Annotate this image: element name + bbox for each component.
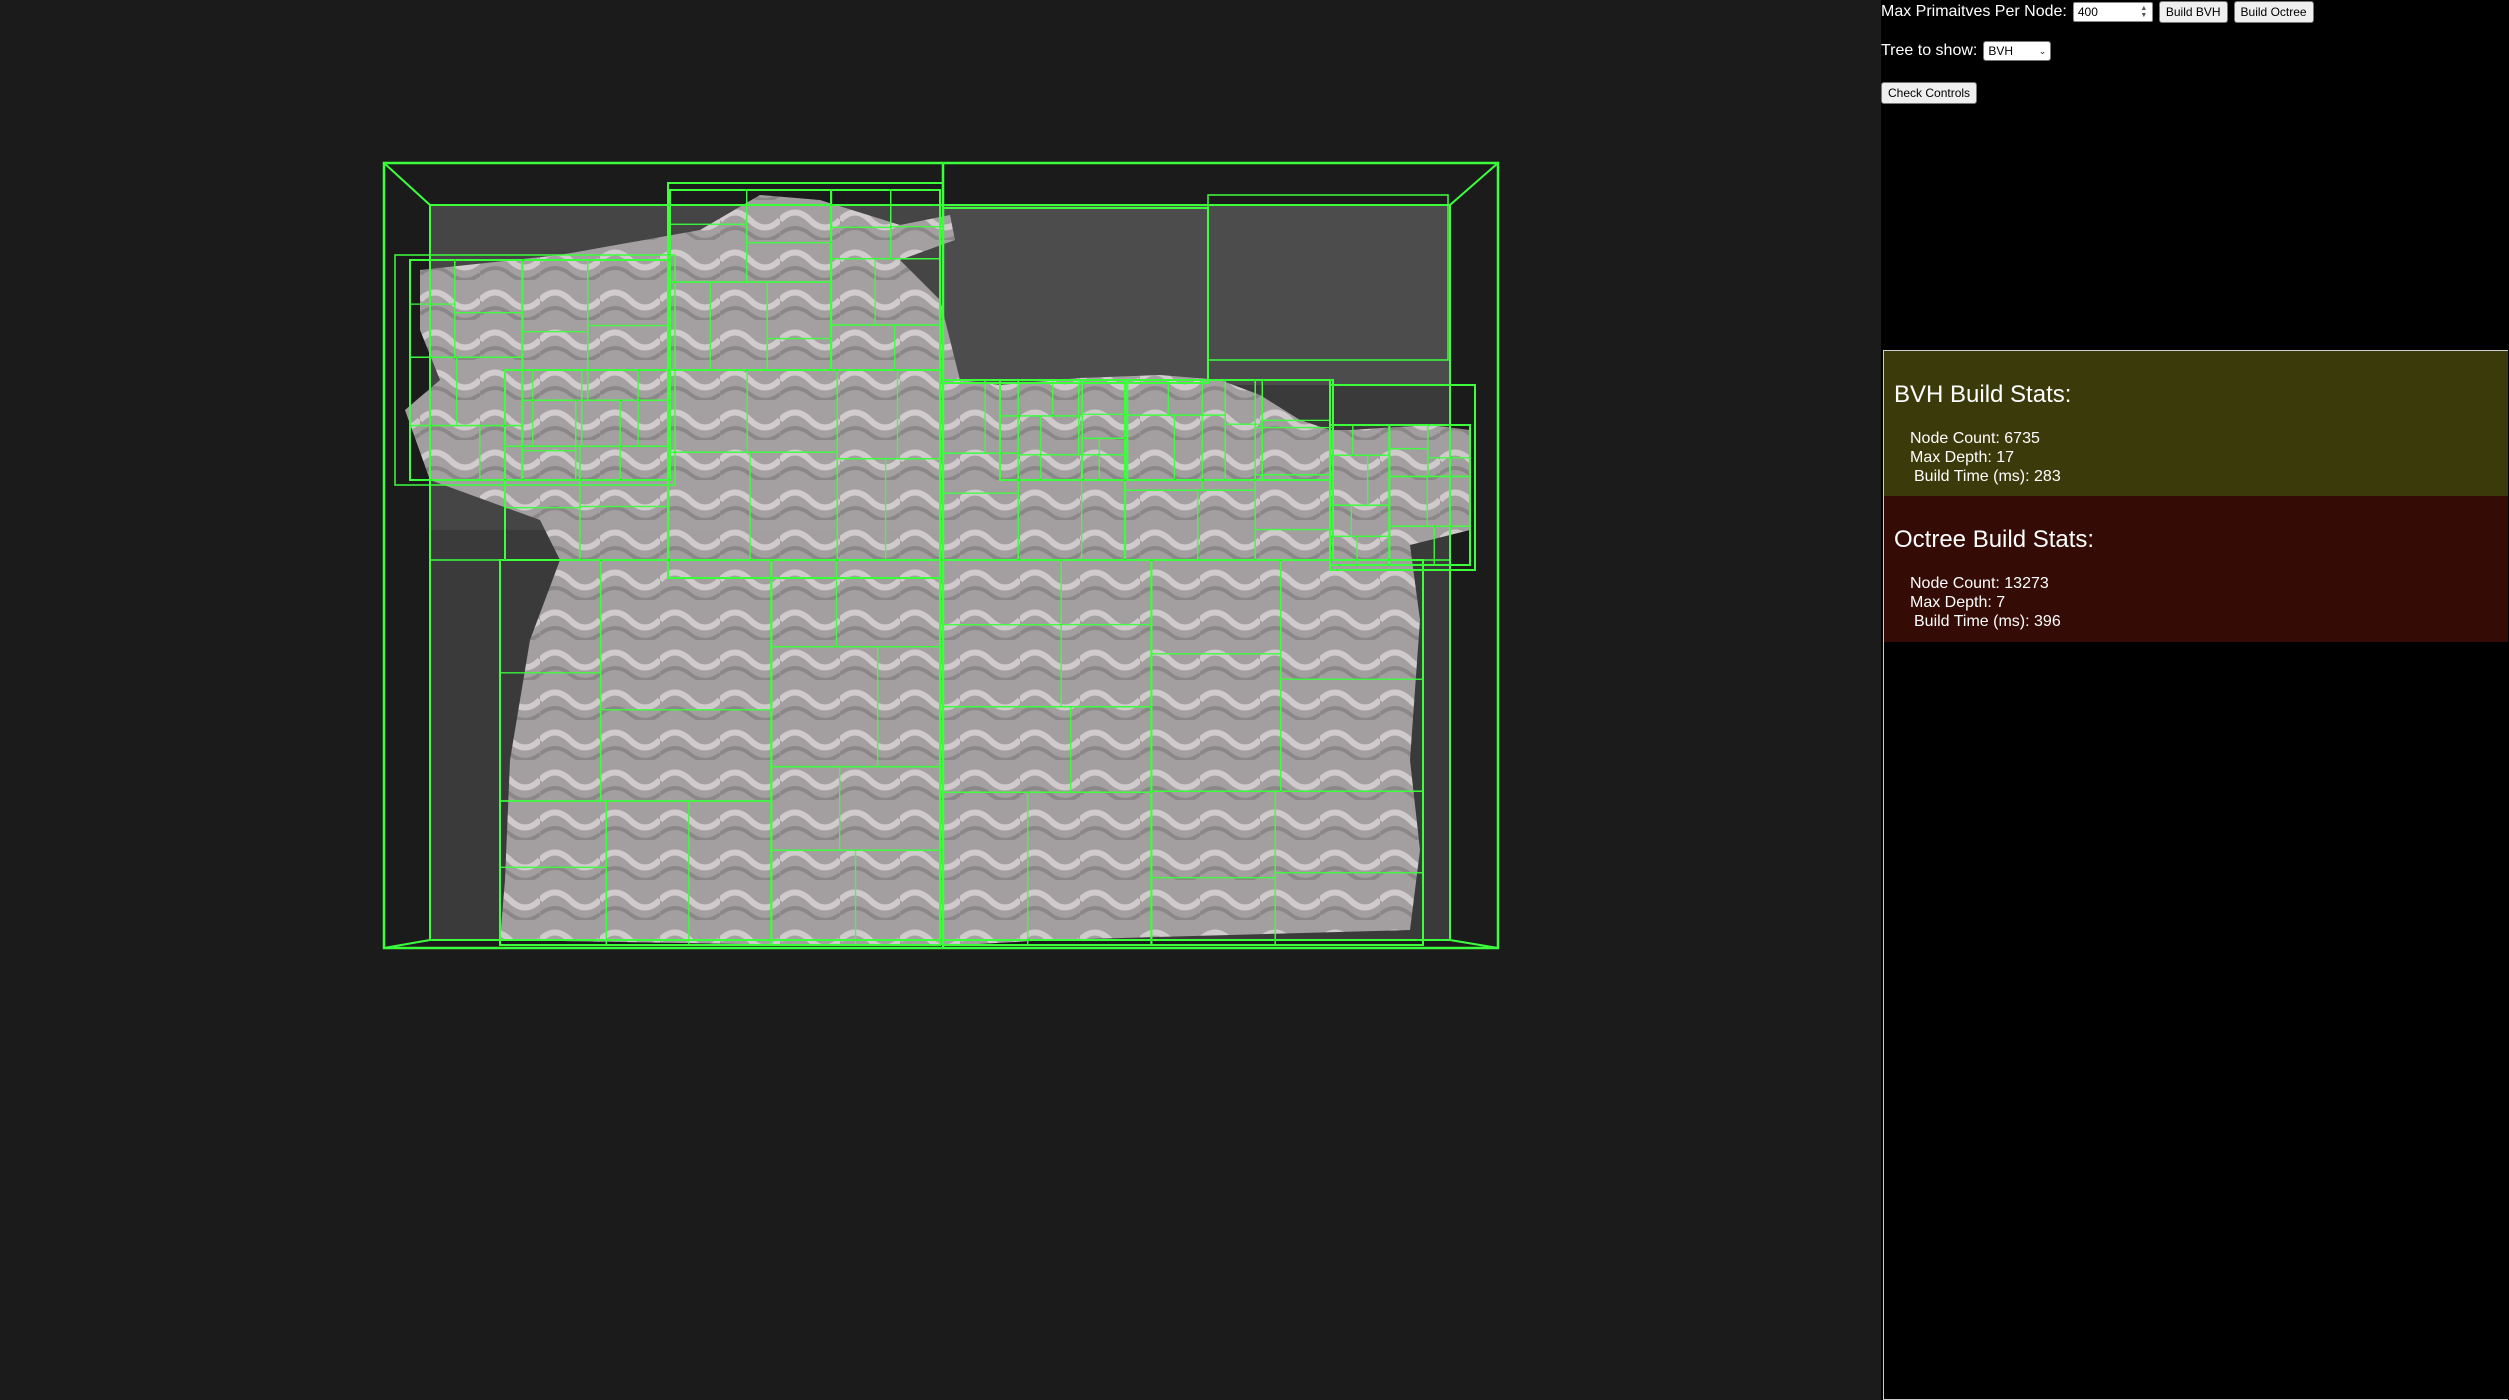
build-octree-button[interactable]: Build Octree bbox=[2233, 1, 2314, 23]
max-prims-value: 400 bbox=[2077, 5, 2098, 19]
octree-max-depth: Max Depth: 7 bbox=[1910, 594, 2006, 611]
bvh-scene bbox=[382, 161, 1500, 950]
octree-build-time: Build Time (ms): 396 bbox=[1914, 613, 2061, 630]
chevron-down-icon: ⌄ bbox=[2038, 45, 2047, 56]
bvh-node-count: Node Count: 6735 bbox=[1910, 430, 2040, 447]
check-controls-button[interactable]: Check Controls bbox=[1881, 82, 1978, 104]
tree-select[interactable]: BVH ⌄ bbox=[1983, 41, 2052, 61]
bvh-stats-block: BVH Build Stats: Node Count: 6735 Max De… bbox=[1884, 351, 2508, 496]
max-prims-row: Max Primaitves Per Node: 400 ▲ ▼ Build BV… bbox=[1881, 1, 2314, 23]
spinner-arrows-icon[interactable]: ▲ ▼ bbox=[2139, 5, 2149, 19]
tree-select-value: BVH bbox=[1988, 44, 2014, 58]
build-bvh-button[interactable]: Build BVH bbox=[2158, 1, 2228, 23]
octree-node-count: Node Count: 13273 bbox=[1910, 575, 2049, 592]
bvh-build-time: Build Time (ms): 283 bbox=[1914, 468, 2061, 485]
tree-select-row: Tree to show: BVH ⌄ bbox=[1881, 41, 2052, 61]
max-prims-input[interactable]: 400 ▲ ▼ bbox=[2072, 2, 2153, 22]
bvh-max-depth: Max Depth: 17 bbox=[1910, 449, 2015, 466]
stats-panel: BVH Build Stats: Node Count: 6735 Max De… bbox=[1883, 350, 2508, 1400]
check-controls-row: Check Controls bbox=[1881, 82, 1978, 104]
max-prims-label: Max Primaitves Per Node: bbox=[1881, 3, 2067, 20]
3d-viewport[interactable] bbox=[0, 0, 1881, 1400]
octree-stats-block: Octree Build Stats: Node Count: 13273 Ma… bbox=[1884, 496, 2508, 642]
octree-stats-title: Octree Build Stats: bbox=[1894, 526, 2095, 553]
tree-label: Tree to show: bbox=[1881, 42, 1978, 59]
bounding-box-edge bbox=[383, 162, 431, 206]
bvh-stats-title: BVH Build Stats: bbox=[1894, 381, 2072, 408]
bounding-box-edge bbox=[1449, 162, 1499, 206]
control-panel: Max Primaitves Per Node: 400 ▲ ▼ Build BV… bbox=[1881, 0, 2509, 1400]
